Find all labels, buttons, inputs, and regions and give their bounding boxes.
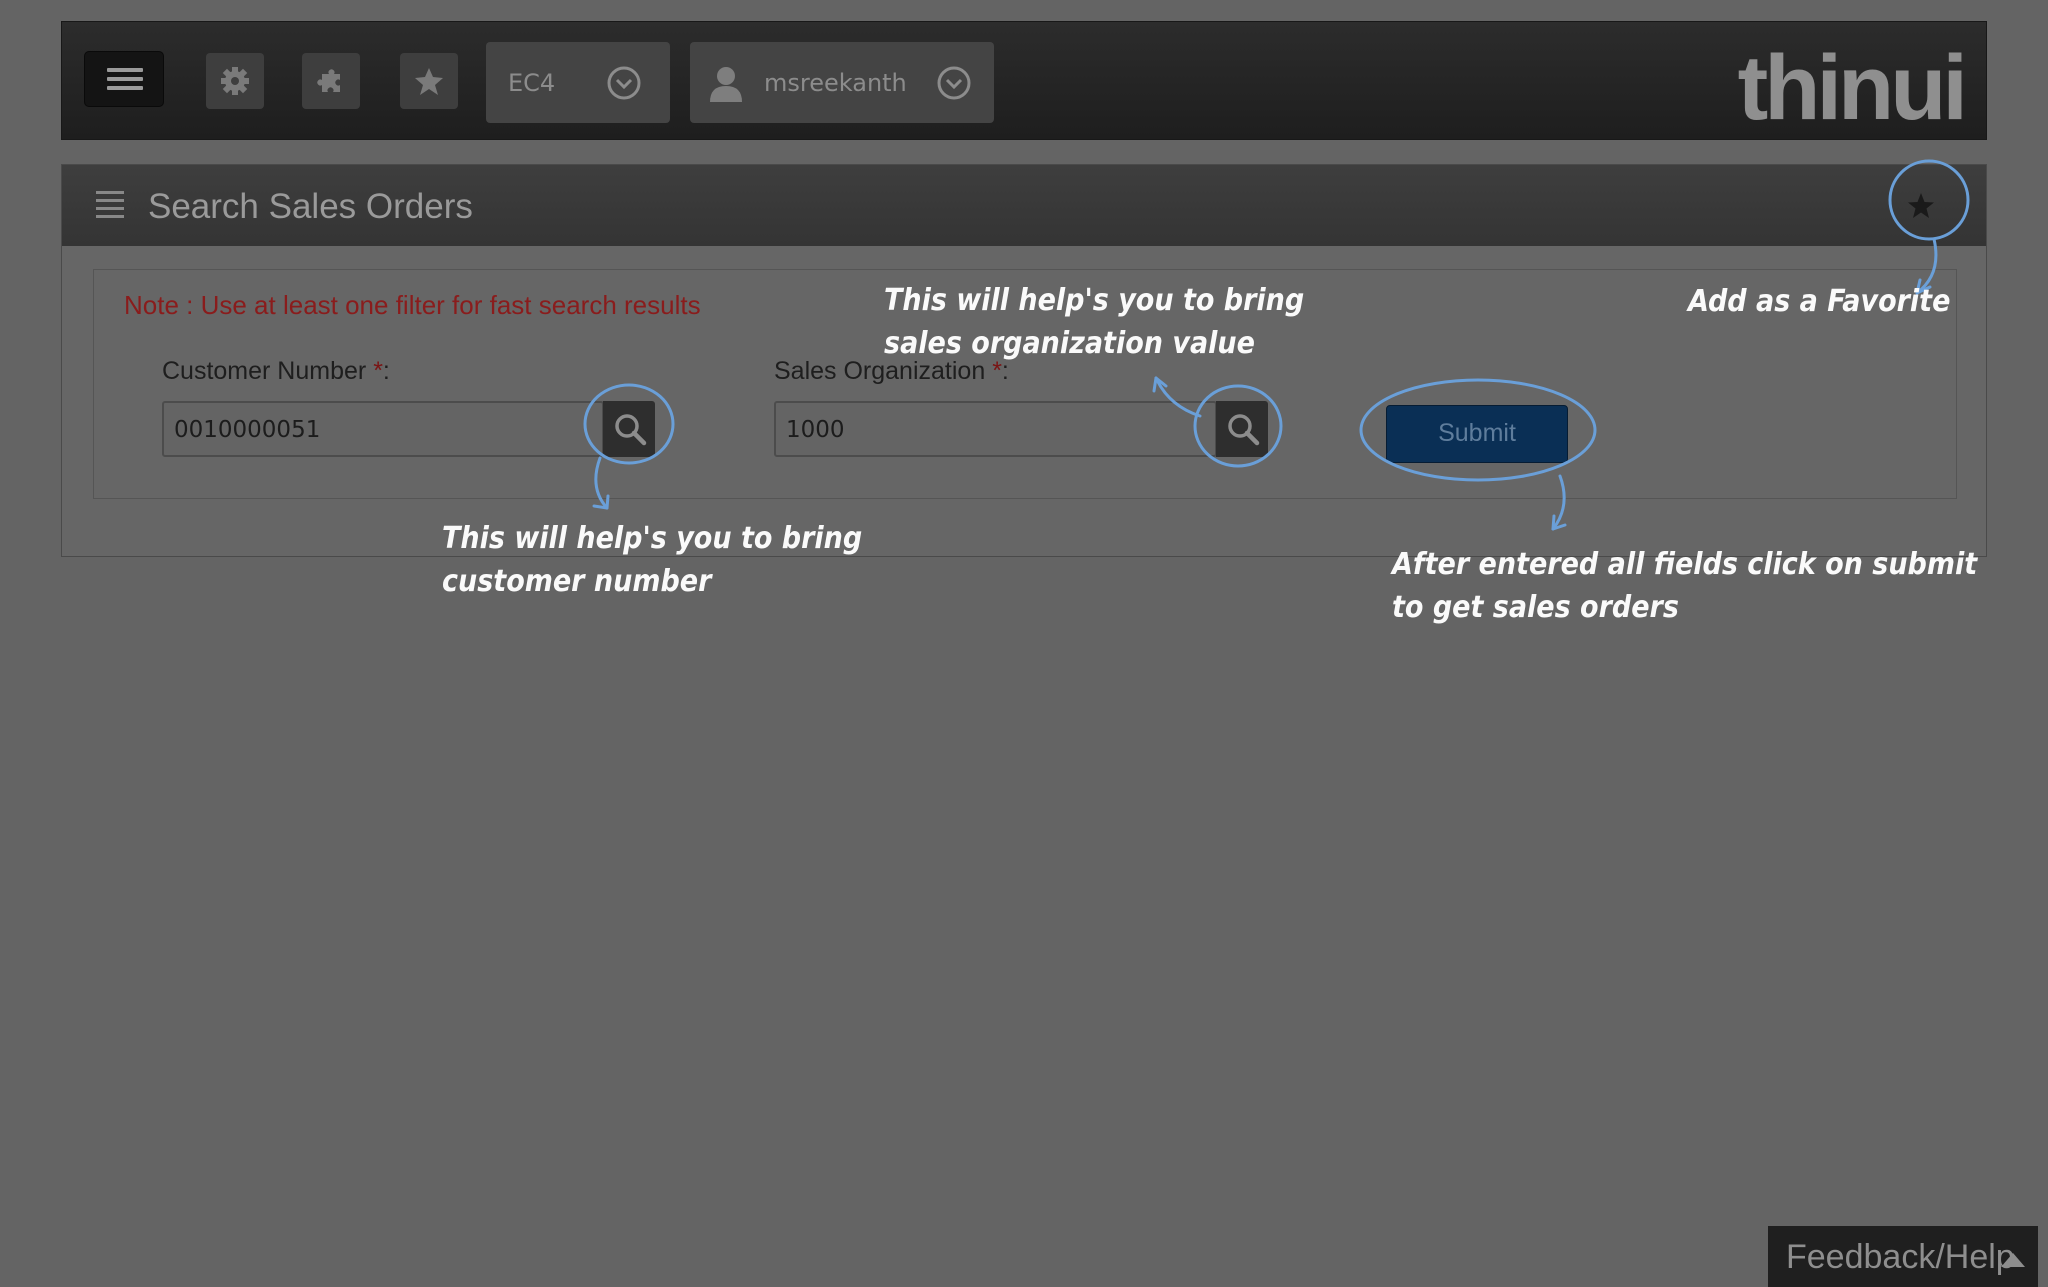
feedback-help-tab[interactable]: Feedback/Help: [1768, 1226, 2038, 1287]
submit-annotation-line2: to get sales orders: [1392, 590, 1679, 625]
annotation-overlay: [583, 159, 1970, 531]
sales-org-search-highlight-circle: [1193, 384, 1283, 468]
favorite-annotation: Add as a Favorite: [1688, 284, 1951, 319]
customer-arrow: [594, 456, 609, 510]
customer-annotation-line2: customer number: [442, 564, 712, 599]
submit-annotation-line1: After entered all fields click on submit: [1392, 547, 1978, 582]
submit-highlight-ellipse: [1359, 378, 1597, 482]
favorite-highlight-circle: [1888, 159, 1970, 241]
customer-annotation-line1: This will help's you to bring: [442, 521, 863, 556]
customer-search-highlight-circle: [583, 383, 675, 465]
sales-org-annotation-line1: This will help's you to bring: [884, 283, 1305, 318]
sales-org-annotation-line2: sales organization value: [884, 326, 1255, 361]
feedback-label: Feedback/Help: [1786, 1238, 2015, 1276]
caret-up-icon: [2001, 1253, 2025, 1267]
